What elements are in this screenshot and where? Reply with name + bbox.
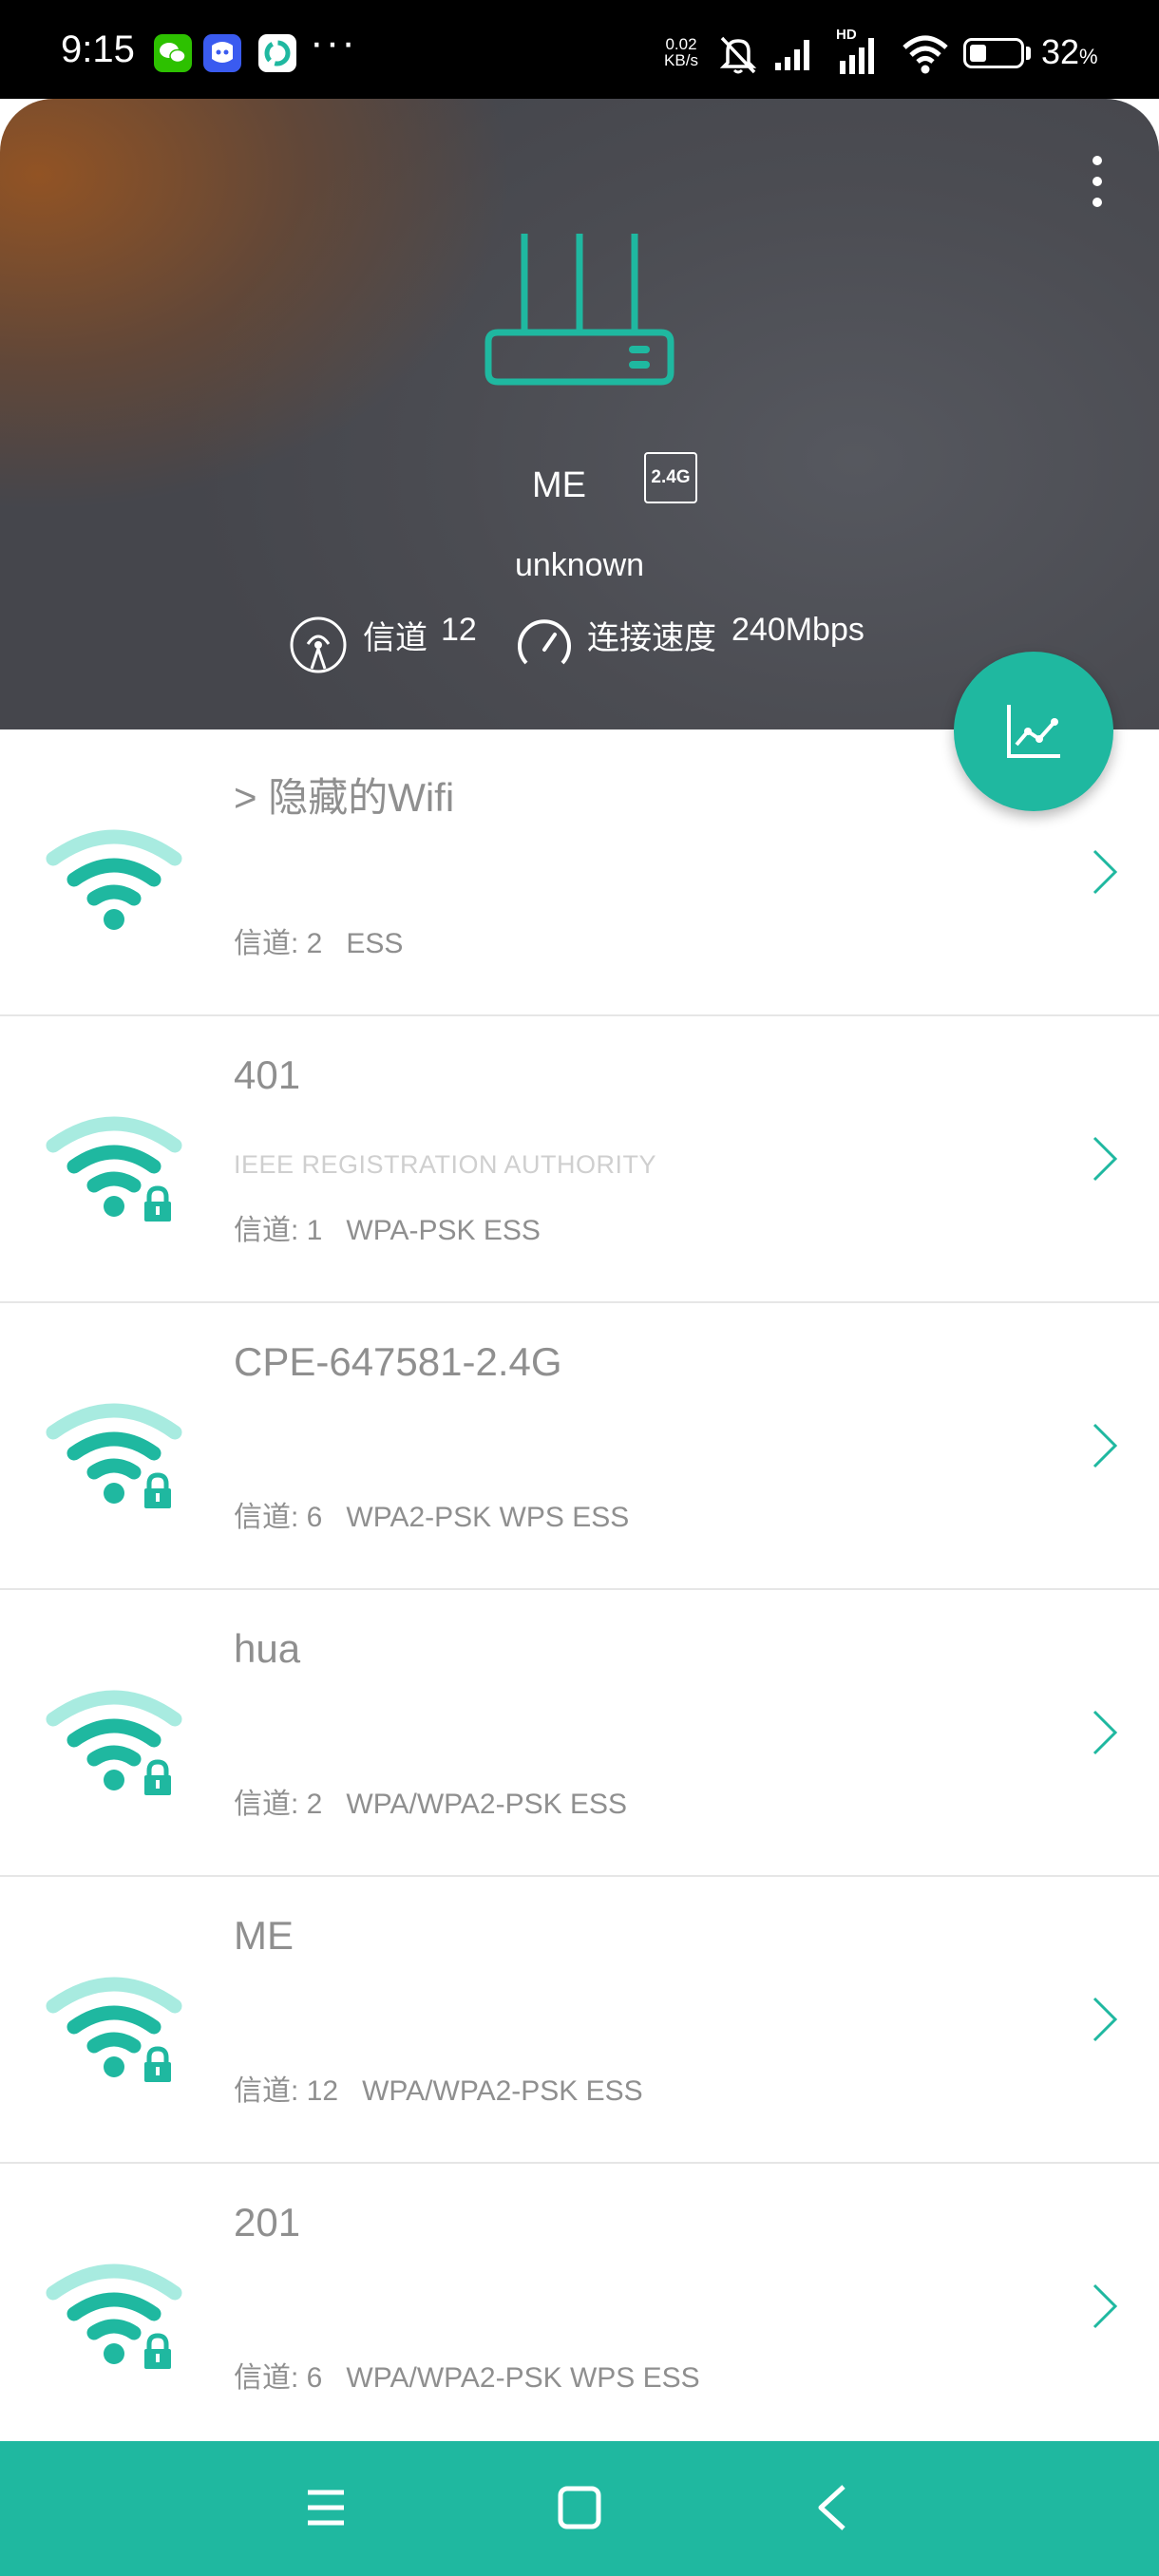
network-channel: 信道: 2 (234, 928, 323, 959)
network-channel: 信道: 2 (234, 1789, 323, 1820)
chevron-right-icon (1092, 1423, 1118, 1468)
network-security: WPA2-PSK WPS ESS (346, 1502, 630, 1533)
net-speed: 0.02 KB/s (657, 36, 705, 68)
system-nav-bar (0, 2441, 1159, 2576)
chevron-right-icon (1092, 1997, 1118, 2042)
wifi-signal-icon (46, 2263, 182, 2369)
network-security: ESS (346, 928, 404, 959)
list-item[interactable]: CPE-647581-2.4G 信道: 6 WPA2-PSK WPS ESS (0, 1303, 1159, 1590)
chevron-right-icon (1092, 2283, 1118, 2329)
network-ssid: ME (234, 1913, 294, 1958)
network-channel: 信道: 6 (234, 1502, 323, 1533)
network-meta: 信道: 12 WPA/WPA2-PSK ESS (234, 2067, 643, 2109)
lock-icon (144, 1759, 171, 1795)
mute-bell-icon (719, 36, 757, 74)
connected-ssid: ME (532, 465, 586, 505)
list-item[interactable]: > 隐藏的Wifi 信道: 2 ESS (0, 729, 1159, 1016)
band-badge: 2.4G (644, 452, 697, 503)
status-time: 9:15 (61, 28, 135, 70)
battery-icon (963, 38, 1024, 68)
network-vendor: IEEE REGISTRATION AUTHORITY (234, 1150, 657, 1179)
chat-app-icon (203, 34, 241, 72)
network-ssid: 201 (234, 2200, 301, 2245)
battery-percent-unit: % (1079, 45, 1098, 68)
network-meta: 信道: 6 WPA/WPA2-PSK WPS ESS (234, 2354, 700, 2396)
wifi-status-icon (902, 35, 948, 74)
wifi-signal-icon (46, 1116, 182, 1222)
more-options-icon[interactable] (1083, 154, 1112, 211)
chevron-right-icon (1092, 849, 1118, 895)
network-ssid: hua (234, 1626, 301, 1671)
network-security: WPA/WPA2-PSK ESS (346, 1789, 627, 1820)
more-notifications-icon: ··· (310, 19, 357, 66)
speed-label: 连接速度 (587, 620, 716, 656)
lock-icon (144, 1185, 171, 1222)
wifi-network-list: > 隐藏的Wifi 信道: 2 ESS 401 IEEE REGISTRATIO… (0, 729, 1159, 2451)
chevron-right-icon (1092, 1136, 1118, 1182)
battery-tip (1026, 47, 1031, 60)
wifi-signal-icon (46, 829, 182, 930)
network-meta: 信道: 2 ESS (234, 919, 403, 961)
network-ssid: CPE-647581-2.4G (234, 1339, 562, 1384)
list-item[interactable]: hua 信道: 2 WPA/WPA2-PSK ESS (0, 1590, 1159, 1877)
network-meta: 信道: 6 WPA2-PSK WPS ESS (234, 1493, 629, 1535)
network-channel: 信道: 12 (234, 2075, 339, 2107)
list-item[interactable]: 201 信道: 6 WPA/WPA2-PSK WPS ESS (0, 2164, 1159, 2451)
back-icon[interactable] (813, 2483, 851, 2532)
menu-icon[interactable] (302, 2483, 350, 2532)
network-security: WPA-PSK ESS (346, 1215, 541, 1246)
network-ssid: 401 (234, 1052, 301, 1097)
speedometer-icon (518, 619, 571, 665)
wifi-signal-icon (46, 1690, 182, 1795)
chevron-right-icon (1092, 1710, 1118, 1755)
network-channel: 信道: 1 (234, 1215, 323, 1246)
network-ssid: > 隐藏的Wifi (234, 775, 455, 820)
signal-icon-1 (775, 40, 809, 70)
speed-value: 240Mbps (732, 612, 864, 648)
net-speed-value: 0.02 (665, 35, 697, 53)
list-item[interactable]: ME 信道: 12 WPA/WPA2-PSK ESS (0, 1877, 1159, 2164)
network-security: WPA/WPA2-PSK WPS ESS (346, 2362, 700, 2394)
router-vendor: unknown (514, 547, 645, 583)
channel-label: 信道 (363, 620, 428, 656)
home-icon[interactable] (555, 2483, 604, 2532)
connected-network-header: ME 2.4G unknown 信道 12 连接速度 240Mbps (0, 99, 1159, 729)
lock-icon (144, 1472, 171, 1508)
channel-value: 12 (441, 612, 477, 648)
network-meta: 信道: 1 WPA-PSK ESS (234, 1206, 541, 1248)
router-icon (484, 234, 674, 386)
lock-icon (144, 2333, 171, 2369)
wechat-icon (154, 34, 192, 72)
network-meta: 信道: 2 WPA/WPA2-PSK ESS (234, 1780, 627, 1822)
battery-fill (970, 45, 986, 62)
antenna-icon (290, 616, 347, 673)
lock-icon (144, 2046, 171, 2082)
list-item[interactable]: 401 IEEE REGISTRATION AUTHORITY 信道: 1 WP… (0, 1016, 1159, 1303)
battery-percent-value: 32 (1041, 32, 1080, 71)
signal-icon-2: HD (834, 27, 887, 78)
wifi-signal-icon (46, 1977, 182, 2082)
status-bar: 9:15 ··· 0.02 KB/s HD 32% (0, 0, 1159, 99)
network-channel: 信道: 6 (234, 2362, 323, 2394)
battery-percent: 32% (1041, 32, 1098, 72)
network-security: WPA/WPA2-PSK ESS (362, 2075, 643, 2107)
net-speed-unit: KB/s (664, 51, 698, 69)
app-icon (258, 34, 296, 72)
wifi-signal-icon (46, 1403, 182, 1508)
